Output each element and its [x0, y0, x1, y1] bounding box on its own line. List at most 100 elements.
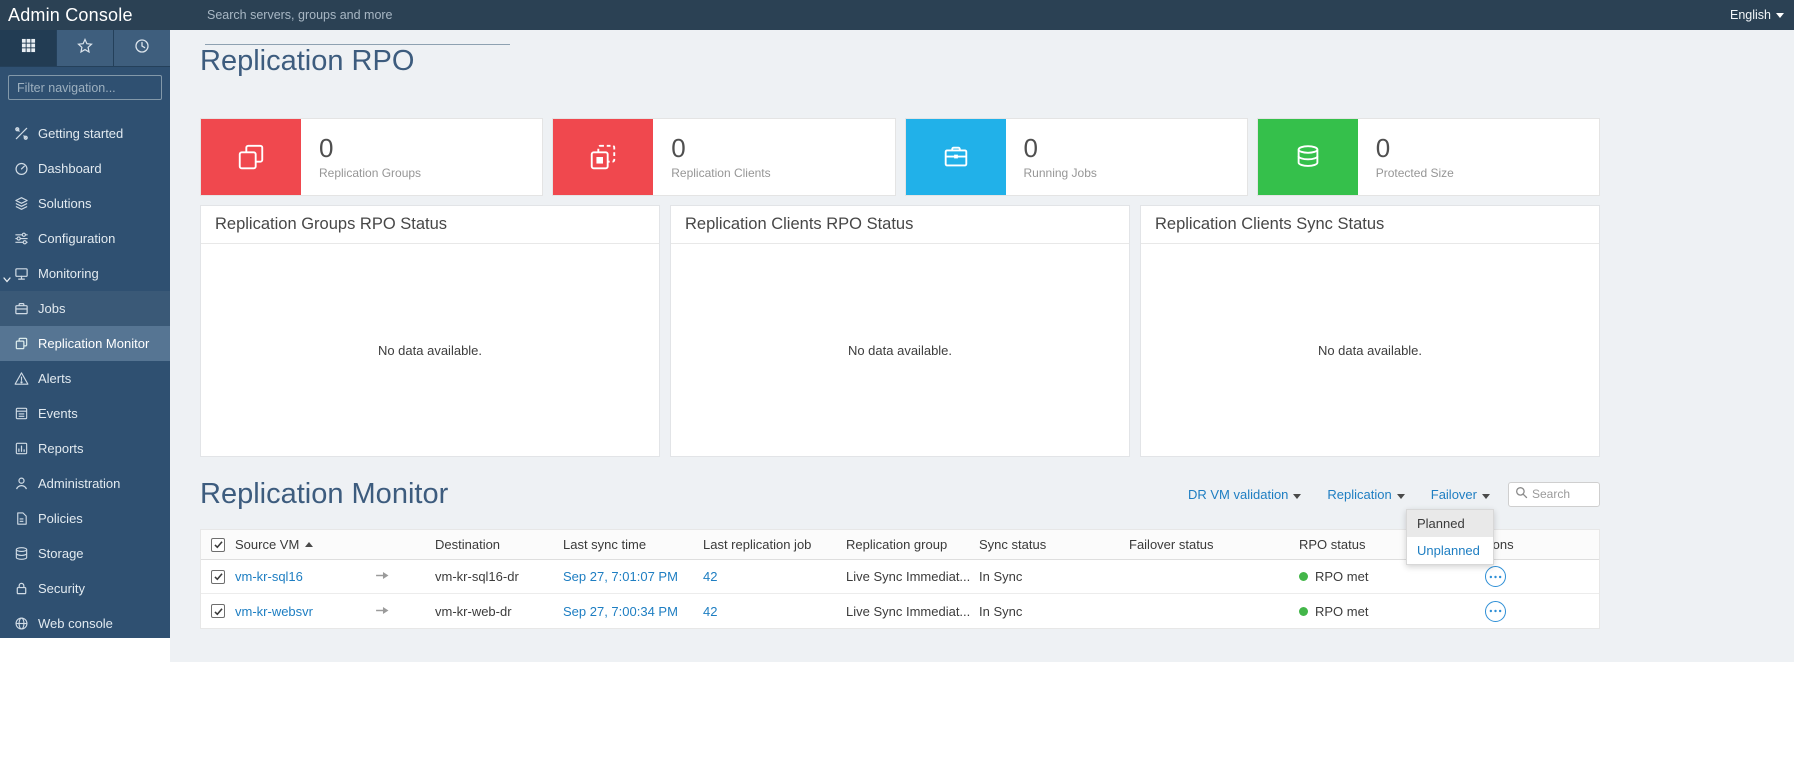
sidebar-item-security[interactable]: Security — [0, 571, 170, 606]
sidebar-item-events[interactable]: Events — [0, 396, 170, 431]
sliders-icon — [13, 231, 29, 247]
chevron-down-icon — [1482, 493, 1490, 499]
column-header-last-replication-job[interactable]: Last replication job — [703, 537, 846, 552]
alert-icon — [13, 371, 29, 387]
sidebar-item-label: Monitoring — [38, 266, 99, 281]
sidebar-item-storage[interactable]: Storage — [0, 536, 170, 571]
last-sync-time-link[interactable]: Sep 27, 7:00:34 PM — [563, 604, 678, 619]
source-vm-link[interactable]: vm-kr-websvr — [235, 604, 313, 619]
person-icon — [13, 476, 29, 492]
row-checkbox[interactable] — [211, 604, 225, 618]
rpo-status-dot — [1299, 606, 1308, 616]
stat-value: 0 — [1375, 133, 1391, 164]
chevron-down-icon — [3, 271, 11, 286]
sidebar: Getting started Dashboard Solutions Conf… — [0, 30, 170, 638]
column-header-replication-group[interactable]: Replication group — [846, 537, 979, 552]
row-checkbox[interactable] — [211, 569, 225, 584]
filter-navigation-input[interactable] — [8, 75, 162, 100]
sidebar-item-label: Jobs — [38, 301, 66, 316]
sidebar-item-alerts[interactable]: Alerts — [0, 361, 170, 396]
sidebar-item-getting-started[interactable]: Getting started — [0, 116, 170, 151]
language-label: English — [1730, 8, 1771, 22]
stat-card-replication-groups: 0 Replication Groups — [200, 118, 544, 196]
table-search — [1508, 481, 1600, 507]
sidebar-item-label: Security — [38, 581, 85, 596]
arrow-right-icon — [375, 569, 390, 584]
app-title: Admin Console — [8, 5, 133, 25]
dropdown-item-planned[interactable]: Planned — [1407, 509, 1493, 537]
stat-label: Running Jobs — [1023, 165, 1097, 180]
column-header-source-vm[interactable]: Source VM — [235, 537, 375, 552]
rpo-status-cell: RPO met — [1299, 569, 1469, 584]
nav-tab-all[interactable] — [0, 30, 57, 66]
dropdown-item-unplanned[interactable]: Unplanned — [1407, 537, 1493, 564]
rpo-status-dot — [1299, 572, 1308, 581]
sidebar-item-dashboard[interactable]: Dashboard — [0, 151, 170, 186]
replication-menu[interactable]: Replication — [1327, 487, 1405, 502]
select-all-checkbox[interactable] — [211, 537, 225, 552]
sidebar-item-replication-monitor[interactable]: Replication Monitor — [0, 326, 170, 361]
failover-menu[interactable]: Failover — [1431, 487, 1490, 502]
sidebar-item-label: Events — [38, 406, 78, 421]
chevron-down-icon — [1396, 493, 1405, 499]
section-title: Replication Monitor — [200, 477, 449, 510]
job-id-link[interactable]: 42 — [703, 604, 717, 619]
sidebar-tabs — [0, 30, 170, 67]
sidebar-item-label: Replication Monitor — [38, 336, 150, 351]
stat-cards: 0 Replication Groups 0 Replication Clien… — [200, 118, 1600, 196]
global-search — [205, 0, 510, 45]
column-header-last-sync-time[interactable]: Last sync time — [563, 537, 703, 552]
sidebar-item-web-console[interactable]: Web console — [0, 606, 170, 641]
failover-dropdown: Planned Unplanned — [1406, 508, 1494, 565]
sidebar-item-monitoring[interactable]: Monitoring — [0, 256, 170, 291]
tools-icon — [13, 126, 29, 142]
lock-icon — [13, 581, 29, 597]
column-header-failover-status[interactable]: Failover status — [1129, 537, 1299, 552]
sidebar-item-label: Reports — [38, 441, 84, 456]
monitor-icon — [13, 266, 29, 282]
column-header-destination[interactable]: Destination — [435, 537, 563, 552]
globe-icon — [13, 616, 29, 632]
row-actions-button[interactable] — [1485, 600, 1506, 622]
grid-icon — [21, 38, 36, 58]
language-selector[interactable]: English — [1730, 0, 1784, 30]
last-sync-time-link[interactable]: Sep 27, 7:01:07 PM — [563, 569, 678, 584]
dr-vm-validation-menu[interactable]: DR VM validation — [1188, 487, 1302, 502]
sidebar-item-policies[interactable]: Policies — [0, 501, 170, 536]
source-vm-link[interactable]: vm-kr-sql16 — [235, 569, 303, 584]
sort-ascending-icon — [305, 542, 314, 547]
document-icon — [13, 511, 29, 527]
table-search-input[interactable] — [1532, 487, 1592, 501]
sidebar-item-solutions[interactable]: Solutions — [0, 186, 170, 221]
sidebar-item-label: Administration — [38, 476, 121, 491]
sync-status-cell: In Sync — [979, 569, 1023, 584]
job-id-link[interactable]: 42 — [703, 569, 717, 584]
sidebar-item-label: Policies — [38, 511, 83, 526]
global-search-input[interactable] — [205, 0, 510, 26]
arrow-right-icon — [375, 604, 390, 619]
sidebar-item-administration[interactable]: Administration — [0, 466, 170, 501]
sidebar-item-configuration[interactable]: Configuration — [0, 221, 170, 256]
briefcase-icon — [13, 301, 29, 317]
sidebar-item-reports[interactable]: Reports — [0, 431, 170, 466]
panel-empty-text: No data available. — [1317, 342, 1423, 358]
panel-title: Replication Clients RPO Status — [671, 206, 1129, 244]
stat-value: 0 — [671, 133, 686, 164]
stat-card-protected-size: 0 Protected Size — [1256, 118, 1600, 196]
nav-tab-favorites[interactable] — [57, 30, 114, 66]
main-content: Replication RPO 0 Replication Groups 0 R… — [170, 30, 1794, 662]
stat-value: 0 — [319, 133, 334, 164]
panel-empty-text: No data available. — [847, 342, 953, 358]
layers-icon — [13, 196, 29, 212]
filter-navigation — [0, 67, 170, 108]
dashboard-icon — [13, 161, 29, 177]
row-actions-button[interactable] — [1485, 566, 1506, 587]
database-icon — [13, 546, 29, 562]
stat-card-running-jobs: 0 Running Jobs — [904, 118, 1248, 196]
table-row: vm-kr-sql16 vm-kr-sql16-dr Sep 27, 7:01:… — [201, 560, 1599, 594]
nav-tab-recent[interactable] — [114, 30, 170, 66]
sidebar-item-jobs[interactable]: Jobs — [0, 291, 170, 326]
column-header-sync-status[interactable]: Sync status — [979, 537, 1129, 552]
replication-monitor-table: Source VM Destination Last sync time Las… — [200, 529, 1600, 629]
sidebar-item-label: Configuration — [38, 231, 116, 246]
